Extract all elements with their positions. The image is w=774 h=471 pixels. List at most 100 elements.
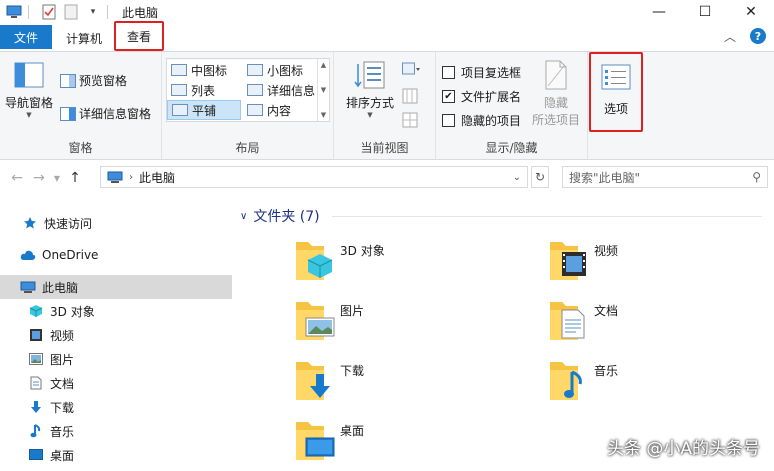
collapse-ribbon-icon[interactable]: ︿ bbox=[724, 28, 736, 45]
sidebar-item-label: 此电脑 bbox=[42, 280, 79, 295]
sidebar-item-quick-access[interactable]: 快速访问 bbox=[0, 211, 232, 235]
separator bbox=[28, 5, 29, 19]
desktop-icon bbox=[28, 448, 44, 462]
chevron-down-icon[interactable]: ∨ bbox=[240, 211, 247, 222]
recent-locations-icon[interactable]: ▼ bbox=[50, 174, 64, 183]
sidebar-item-desktop[interactable]: 桌面 bbox=[0, 443, 232, 467]
layout-details[interactable]: 详细信息 bbox=[243, 80, 317, 100]
tab-file[interactable]: 文件 bbox=[0, 25, 52, 49]
sidebar-item-3d-objects[interactable]: 3D 对象 bbox=[0, 299, 232, 323]
quick-access-dropdown-icon[interactable]: ▾ bbox=[85, 4, 101, 20]
sidebar-item-label: 下载 bbox=[50, 400, 75, 415]
minimize-button[interactable]: — bbox=[636, 0, 682, 24]
options-highlight-box bbox=[589, 52, 643, 132]
hide-selected-label-1: 隐藏 bbox=[543, 96, 568, 110]
hidden-items-checkbox[interactable] bbox=[442, 114, 455, 127]
nav-pane-label: 导航窗格 bbox=[4, 96, 53, 110]
forward-arrow-icon[interactable]: → bbox=[28, 170, 50, 186]
item-checkboxes-checkbox[interactable] bbox=[442, 66, 455, 79]
size-columns-button[interactable] bbox=[402, 112, 418, 128]
maximize-button[interactable]: ☐ bbox=[682, 0, 728, 24]
sidebar-item-documents[interactable]: 文档 bbox=[0, 371, 232, 395]
medium-icons-icon bbox=[171, 64, 187, 76]
size-columns-icon bbox=[402, 112, 418, 128]
folder-tile-downloads[interactable]: 下载 bbox=[294, 356, 364, 402]
layout-list[interactable]: 列表 bbox=[167, 80, 239, 100]
hidden-items-toggle[interactable]: 隐藏的项目 bbox=[442, 112, 521, 129]
item-checkboxes-toggle[interactable]: 项目复选框 bbox=[442, 64, 521, 81]
layout-medium-icons[interactable]: 中图标 bbox=[167, 60, 239, 80]
sidebar-item-label: OneDrive bbox=[42, 248, 99, 262]
chevron-down-icon: ▼ bbox=[367, 111, 373, 119]
tab-view[interactable]: 查看 bbox=[114, 21, 165, 51]
preview-pane-button[interactable]: 预览窗格 bbox=[60, 72, 127, 89]
refresh-button[interactable]: ↻ bbox=[531, 166, 549, 188]
folders-group-header[interactable]: ∨ 文件夹 (7) bbox=[240, 206, 320, 226]
new-folder-icon[interactable] bbox=[63, 4, 79, 20]
help-icon[interactable]: ? bbox=[750, 28, 766, 44]
computer-icon bbox=[20, 280, 36, 294]
details-icon bbox=[247, 84, 263, 96]
address-bar[interactable]: › 此电脑 ⌄ bbox=[100, 166, 528, 188]
sidebar-item-downloads[interactable]: 下载 bbox=[0, 395, 232, 419]
computer-icon[interactable] bbox=[6, 4, 22, 20]
tab-computer[interactable]: 计算机 bbox=[52, 25, 114, 51]
properties-icon[interactable] bbox=[41, 4, 57, 20]
sidebar-item-label: 图片 bbox=[50, 352, 75, 367]
folder-name: 视频 bbox=[594, 244, 619, 258]
breadcrumb-separator-icon[interactable]: › bbox=[129, 172, 133, 183]
folder-icon bbox=[294, 416, 338, 462]
folder-tile-desktop[interactable]: 桌面 bbox=[294, 416, 364, 462]
sort-by-label: 排序方式 bbox=[345, 96, 394, 110]
scroll-up-icon[interactable]: ▲ bbox=[321, 61, 326, 69]
file-extensions-checkbox[interactable]: ✔ bbox=[442, 90, 455, 103]
scroll-down-icon[interactable]: ▼ bbox=[321, 86, 326, 94]
watermark: 头条 @小A的头条号 bbox=[606, 439, 760, 459]
folder-tile-3d-objects[interactable]: 3D 对象 bbox=[294, 236, 385, 282]
nav-pane-button[interactable]: 导航窗格 ▼ bbox=[4, 62, 54, 119]
hide-selected-button[interactable]: 隐藏 所选项目 bbox=[528, 60, 584, 128]
layout-content[interactable]: 内容 bbox=[243, 100, 317, 120]
item-checkboxes-label: 项目复选框 bbox=[461, 66, 522, 80]
sidebar-item-music[interactable]: 音乐 bbox=[0, 419, 232, 443]
sidebar-item-pictures[interactable]: 图片 bbox=[0, 347, 232, 371]
folder-tile-documents[interactable]: 文档 bbox=[548, 296, 618, 342]
up-arrow-icon[interactable]: ↑ bbox=[64, 170, 86, 186]
breadcrumb-this-pc[interactable]: 此电脑 bbox=[139, 169, 175, 186]
folder-name: 文档 bbox=[594, 304, 619, 318]
sort-by-button[interactable]: 排序方式 ▼ bbox=[344, 60, 396, 119]
details-pane-label: 详细信息窗格 bbox=[79, 107, 152, 121]
layout-small-icons[interactable]: 小图标 bbox=[243, 60, 317, 80]
sidebar-item-label: 文档 bbox=[50, 376, 75, 391]
small-icons-icon bbox=[247, 64, 263, 76]
hidden-items-label: 隐藏的项目 bbox=[461, 114, 522, 128]
file-extensions-toggle[interactable]: ✔ 文件扩展名 bbox=[442, 88, 521, 105]
add-columns-button[interactable] bbox=[402, 88, 418, 104]
folder-tile-music[interactable]: 音乐 bbox=[548, 356, 618, 402]
sidebar-item-videos[interactable]: 视频 bbox=[0, 323, 232, 347]
search-input[interactable]: 搜索"此电脑" ⚲ bbox=[562, 166, 768, 188]
document-icon bbox=[28, 376, 44, 390]
folder-tile-pictures[interactable]: 图片 bbox=[294, 296, 364, 342]
layout-gallery-scroll[interactable]: ▲ ▼ ▼ bbox=[317, 59, 329, 121]
folder-tile-videos[interactable]: 视频 bbox=[548, 236, 618, 282]
tabs-right-controls: ︿ ? bbox=[724, 28, 766, 45]
file-extensions-label: 文件扩展名 bbox=[461, 90, 522, 104]
folder-icon bbox=[548, 356, 592, 402]
group-by-button[interactable] bbox=[402, 62, 420, 76]
sidebar-item-this-pc[interactable]: 此电脑 bbox=[0, 275, 232, 299]
navigation-bar: ← → ▼ ↑ › 此电脑 ⌄ ↻ 搜索"此电脑" ⚲ bbox=[0, 160, 774, 196]
sidebar-item-onedrive[interactable]: OneDrive bbox=[0, 243, 232, 267]
layout-item-label: 小图标 bbox=[267, 63, 304, 78]
expand-gallery-icon[interactable]: ▼ bbox=[321, 111, 326, 119]
close-button[interactable]: ✕ bbox=[728, 0, 774, 24]
back-arrow-icon[interactable]: ← bbox=[6, 170, 28, 186]
list-icon bbox=[171, 84, 187, 96]
search-icon[interactable]: ⚲ bbox=[752, 170, 761, 184]
address-dropdown-icon[interactable]: ⌄ bbox=[513, 172, 521, 183]
layout-tiles[interactable]: 平铺 bbox=[167, 100, 241, 120]
hide-selected-label-2: 所选项目 bbox=[531, 113, 580, 127]
document-icon bbox=[561, 309, 585, 339]
layout-item-label: 详细信息 bbox=[267, 83, 316, 98]
details-pane-button[interactable]: 详细信息窗格 bbox=[60, 105, 151, 122]
